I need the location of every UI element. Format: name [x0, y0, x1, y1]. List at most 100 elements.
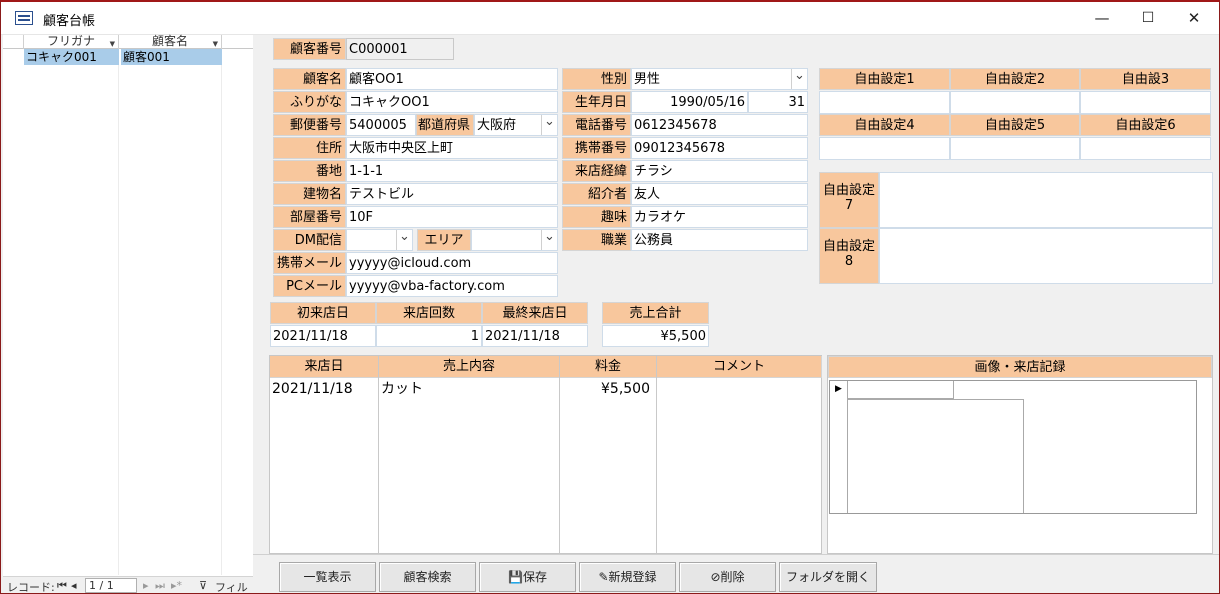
- address-label: 住所: [273, 137, 346, 159]
- visit-date-cell[interactable]: 2021/11/18: [270, 380, 379, 398]
- filter-label[interactable]: フィルタ: [215, 579, 253, 593]
- free-7-label: 自由設定 7: [819, 172, 879, 228]
- close-button[interactable]: ✕: [1171, 2, 1217, 34]
- customer-no-label: 顧客番号: [273, 38, 346, 60]
- last-record-icon[interactable]: ⏭: [155, 579, 165, 593]
- image-frame[interactable]: [848, 399, 1024, 513]
- name-field[interactable]: 顧客OO1: [346, 68, 558, 90]
- new-record-icon[interactable]: ▸*: [171, 579, 182, 592]
- list-header: フリガナ ▼ 顧客名 ▼: [3, 35, 253, 49]
- referrer-field[interactable]: 友人: [631, 183, 808, 205]
- column-header-furigana[interactable]: フリガナ ▼: [24, 35, 119, 49]
- comment-header: コメント: [657, 356, 822, 378]
- image-record-panel: 画像・来店記録 ▶: [827, 355, 1213, 554]
- channel-label: 来店経緯: [562, 160, 631, 182]
- first-record-icon[interactable]: ⏮: [57, 579, 67, 593]
- area-select[interactable]: [471, 229, 558, 251]
- minimize-button[interactable]: —: [1079, 2, 1125, 34]
- prefecture-select[interactable]: 大阪府: [474, 114, 558, 136]
- mobile-mail-field[interactable]: yyyyy@icloud.com: [346, 252, 558, 274]
- delete-button[interactable]: ⊘削除: [679, 562, 776, 592]
- free-4-field[interactable]: [819, 137, 950, 160]
- comment-cell[interactable]: [658, 380, 821, 398]
- maximize-button[interactable]: ☐: [1125, 2, 1171, 34]
- gender-select[interactable]: 男性: [631, 68, 808, 90]
- customer-no-field[interactable]: C000001: [346, 38, 454, 60]
- chevron-down-icon[interactable]: [541, 230, 557, 250]
- free-3-field[interactable]: [1080, 91, 1211, 114]
- job-field[interactable]: 公務員: [631, 229, 808, 251]
- dm-select[interactable]: [346, 229, 413, 251]
- column-header-label: 顧客名: [151, 34, 188, 48]
- delete-label: 削除: [720, 570, 745, 584]
- free-1-field[interactable]: [819, 91, 950, 114]
- save-button[interactable]: 💾保存: [479, 562, 576, 592]
- room-field[interactable]: 10F: [346, 206, 558, 228]
- visit-count-label: 来店回数: [376, 302, 482, 324]
- last-visit-field: 2021/11/18: [482, 325, 588, 347]
- record-selector-icon[interactable]: ▶: [830, 381, 848, 513]
- price-cell[interactable]: ¥5,500: [560, 380, 650, 398]
- app-window: 顧客台帳 — ☐ ✕ フリガナ ▼ 顧客名 ▼ コキャク001 顧客001 レコ…: [0, 0, 1220, 594]
- last-visit-label: 最終来店日: [482, 302, 588, 324]
- image-record-subform[interactable]: ▶: [829, 380, 1197, 514]
- title-bar: 顧客台帳 — ☐ ✕: [1, 2, 1219, 35]
- free-5-field[interactable]: [950, 137, 1080, 160]
- record-position-input[interactable]: 1 / 1: [85, 578, 137, 593]
- list-cell-name[interactable]: 顧客001: [121, 49, 222, 65]
- filter-icon[interactable]: ⊽: [199, 579, 207, 592]
- birthday-field[interactable]: 1990/05/16: [631, 91, 748, 113]
- save-icon: 💾: [508, 570, 523, 584]
- pc-mail-field[interactable]: yyyyy@vba-factory.com: [346, 275, 558, 297]
- street-field[interactable]: 1-1-1: [346, 160, 558, 182]
- channel-field[interactable]: チラシ: [631, 160, 808, 182]
- dm-label: DM配信: [273, 229, 346, 251]
- free-1-label: 自由設定1: [819, 68, 950, 90]
- free-7-label-line2: 7: [844, 198, 854, 213]
- row-selector-header[interactable]: [3, 35, 24, 49]
- chevron-down-icon[interactable]: [396, 230, 412, 250]
- previous-record-icon[interactable]: ◂: [71, 579, 77, 592]
- open-folder-label: フォルダを開く: [785, 570, 870, 584]
- list-cell-furigana[interactable]: コキャク001: [24, 49, 119, 65]
- next-record-icon[interactable]: ▸: [143, 579, 149, 592]
- free-8-field[interactable]: [879, 228, 1213, 284]
- postal-field[interactable]: 5400005: [346, 114, 416, 136]
- kana-field[interactable]: コキャクOO1: [346, 91, 558, 113]
- new-record-button[interactable]: ✎新規登録: [579, 562, 676, 592]
- column-header-name[interactable]: 顧客名 ▼: [119, 35, 222, 49]
- free-5-label: 自由設定5: [950, 114, 1080, 136]
- record-label: レコード:: [7, 581, 55, 594]
- area-label: エリア: [417, 229, 471, 251]
- free-7-field[interactable]: [879, 172, 1213, 228]
- window-title: 顧客台帳: [43, 14, 96, 29]
- street-label: 番地: [273, 160, 346, 182]
- sales-content-cell[interactable]: カット: [379, 380, 560, 398]
- list-item[interactable]: コキャク001 顧客001: [3, 49, 253, 65]
- free-6-field[interactable]: [1080, 137, 1211, 160]
- visit-count-field: 1: [376, 325, 482, 347]
- mobile-label: 携帯番号: [562, 137, 631, 159]
- room-label: 部屋番号: [273, 206, 346, 228]
- phone-field[interactable]: 0612345678: [631, 114, 808, 136]
- list-view-button[interactable]: 一覧表示: [279, 562, 376, 592]
- pc-mail-label: PCメール: [273, 275, 346, 297]
- customer-search-label: 顧客検索: [403, 570, 452, 584]
- hobby-field[interactable]: カラオケ: [631, 206, 808, 228]
- customer-search-button[interactable]: 顧客検索: [379, 562, 476, 592]
- save-label: 保存: [522, 570, 547, 584]
- image-record-field[interactable]: [848, 381, 954, 399]
- chevron-down-icon[interactable]: [791, 69, 807, 89]
- mobile-mail-label: 携帯メール: [273, 252, 346, 274]
- open-folder-button[interactable]: フォルダを開く: [779, 562, 877, 592]
- chevron-down-icon[interactable]: [541, 115, 557, 135]
- address-field[interactable]: 大阪市中央区上町: [346, 137, 558, 159]
- postal-label: 郵便番号: [273, 114, 346, 136]
- free-6-label: 自由設定6: [1080, 114, 1211, 136]
- list-column-name: [119, 65, 222, 575]
- free-8-label: 自由設定 8: [819, 228, 879, 284]
- free-2-field[interactable]: [950, 91, 1080, 114]
- free-2-label: 自由設定2: [950, 68, 1080, 90]
- building-field[interactable]: テストビル: [346, 183, 558, 205]
- mobile-field[interactable]: 09012345678: [631, 137, 808, 159]
